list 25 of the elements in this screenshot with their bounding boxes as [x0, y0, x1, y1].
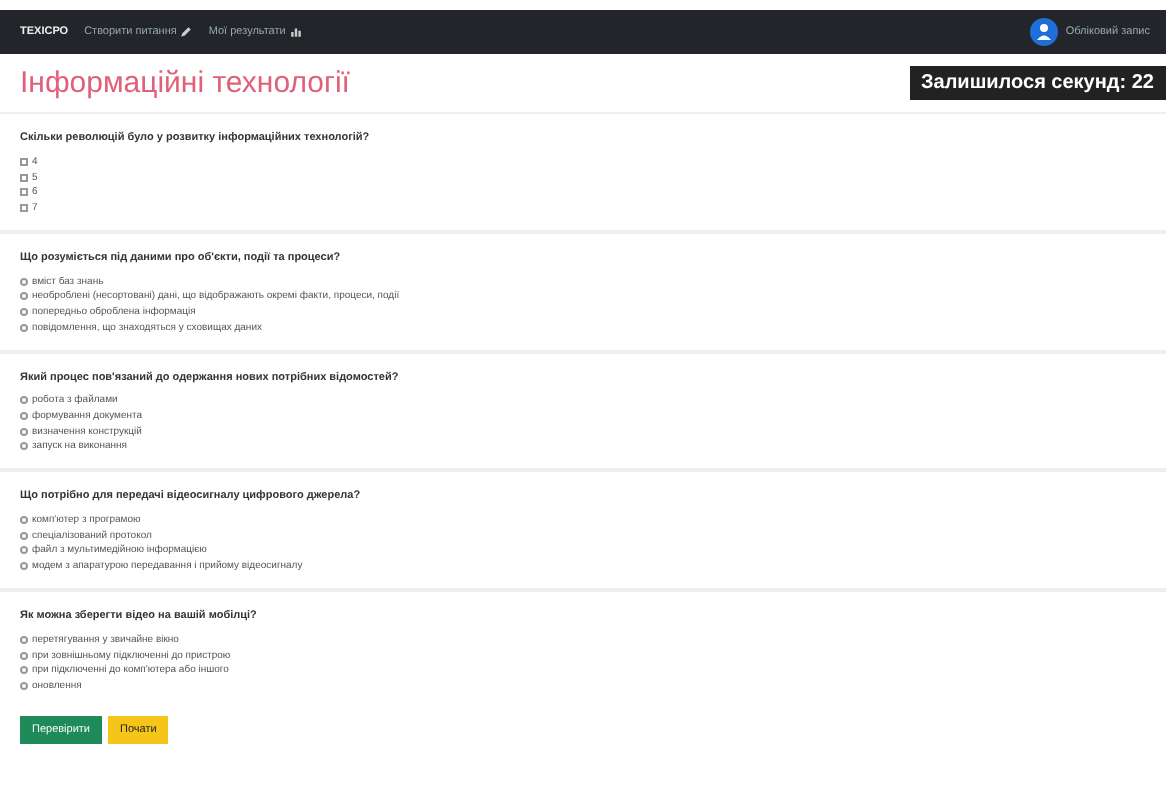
pencil-icon — [180, 26, 193, 38]
radio-button[interactable] — [20, 531, 28, 540]
radio-button[interactable] — [20, 681, 28, 690]
radio-button[interactable] — [20, 412, 28, 421]
checkbox[interactable] — [20, 157, 28, 166]
radio-button[interactable] — [20, 516, 28, 525]
checkbox[interactable] — [20, 188, 28, 197]
radio-button[interactable] — [20, 323, 28, 332]
checkbox[interactable] — [20, 203, 28, 212]
radio-button[interactable] — [20, 546, 28, 555]
radio-button[interactable] — [20, 427, 28, 436]
timer-badge: Залишилося секунд: 22 — [909, 66, 1166, 100]
radio-button[interactable] — [20, 307, 28, 316]
radio-button[interactable] — [20, 277, 28, 286]
radio-button[interactable] — [20, 292, 28, 301]
radio-button[interactable] — [20, 666, 28, 675]
user-avatar-icon[interactable] — [1029, 18, 1058, 46]
radio-button[interactable] — [20, 442, 28, 451]
checkbox[interactable] — [20, 173, 28, 182]
page-title: Інформаційні технології — [20, 66, 350, 100]
radio-button[interactable] — [20, 651, 28, 660]
radio-button[interactable] — [20, 562, 28, 571]
chart-icon — [289, 26, 302, 38]
radio-button[interactable] — [20, 635, 28, 644]
radio-button[interactable] — [20, 396, 28, 405]
